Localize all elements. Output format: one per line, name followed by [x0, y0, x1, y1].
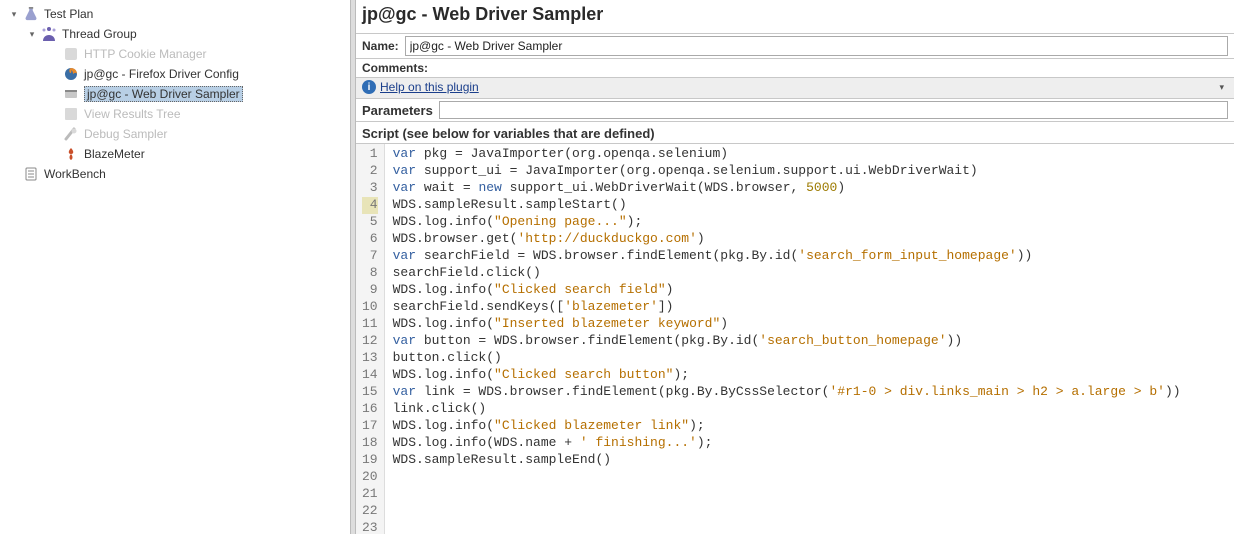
tree-label: HTTP Cookie Manager [84, 47, 207, 61]
spacer [48, 108, 60, 120]
script-editor[interactable]: 1234567891011121314151617181920212223 va… [356, 143, 1234, 534]
thread-group-icon [40, 26, 58, 42]
workbench-icon [22, 166, 40, 182]
line-gutter: 1234567891011121314151617181920212223 [356, 144, 385, 534]
script-label: Script (see below for variables that are… [356, 122, 1234, 143]
tree-label: WorkBench [44, 167, 106, 181]
tree-label: Debug Sampler [84, 127, 167, 141]
results-icon [62, 106, 80, 122]
parameters-label: Parameters [362, 103, 433, 118]
name-input[interactable] [405, 36, 1228, 56]
spacer [48, 128, 60, 140]
editor-panel: jp@gc - Web Driver Sampler Name: Comment… [356, 0, 1234, 534]
blazemeter-icon [62, 146, 80, 162]
tree-label: BlazeMeter [84, 147, 145, 161]
parameters-input[interactable] [439, 101, 1228, 119]
firefox-icon [62, 66, 80, 82]
collapse-icon[interactable]: ▾ [26, 28, 38, 40]
page-title: jp@gc - Web Driver Sampler [356, 0, 1234, 33]
chevron-down-icon[interactable]: ▾ [1219, 82, 1228, 93]
help-link[interactable]: Help on this plugin [380, 80, 479, 94]
debug-icon [62, 126, 80, 142]
name-row: Name: [356, 33, 1234, 58]
test-plan-tree: ▾ Test Plan ▾ Thread Group HTTP Cookie M… [0, 0, 350, 534]
info-icon: i [362, 80, 376, 94]
sampler-icon [62, 86, 80, 102]
help-row: i Help on this plugin ▾ [356, 78, 1234, 99]
spacer [8, 168, 20, 180]
tree-item-debug-sampler[interactable]: Debug Sampler [4, 124, 350, 144]
spacer [48, 48, 60, 60]
comments-row: Comments: [356, 58, 1234, 78]
parameters-row: Parameters [356, 99, 1234, 122]
spacer [48, 88, 60, 100]
spacer [48, 148, 60, 160]
tree-label: Thread Group [62, 27, 137, 41]
cookie-icon [62, 46, 80, 62]
collapse-icon[interactable]: ▾ [8, 8, 20, 20]
comments-label: Comments: [362, 61, 428, 75]
spacer [48, 68, 60, 80]
tree-item-workbench[interactable]: WorkBench [4, 164, 350, 184]
code-content[interactable]: var pkg = JavaImporter(org.openqa.seleni… [385, 144, 1181, 534]
name-label: Name: [362, 39, 399, 53]
tree-label: jp@gc - Firefox Driver Config [84, 67, 239, 81]
tree-label: View Results Tree [84, 107, 181, 121]
flask-icon [22, 6, 40, 22]
tree-item-webdriver-sampler[interactable]: jp@gc - Web Driver Sampler [4, 84, 350, 104]
tree-item-firefox-driver[interactable]: jp@gc - Firefox Driver Config [4, 64, 350, 84]
tree-item-thread-group[interactable]: ▾ Thread Group [4, 24, 350, 44]
tree-label: jp@gc - Web Driver Sampler [84, 86, 243, 102]
tree-item-cookie-manager[interactable]: HTTP Cookie Manager [4, 44, 350, 64]
tree-item-view-results[interactable]: View Results Tree [4, 104, 350, 124]
tree-label: Test Plan [44, 7, 93, 21]
tree-item-blazemeter[interactable]: BlazeMeter [4, 144, 350, 164]
tree-item-test-plan[interactable]: ▾ Test Plan [4, 4, 350, 24]
